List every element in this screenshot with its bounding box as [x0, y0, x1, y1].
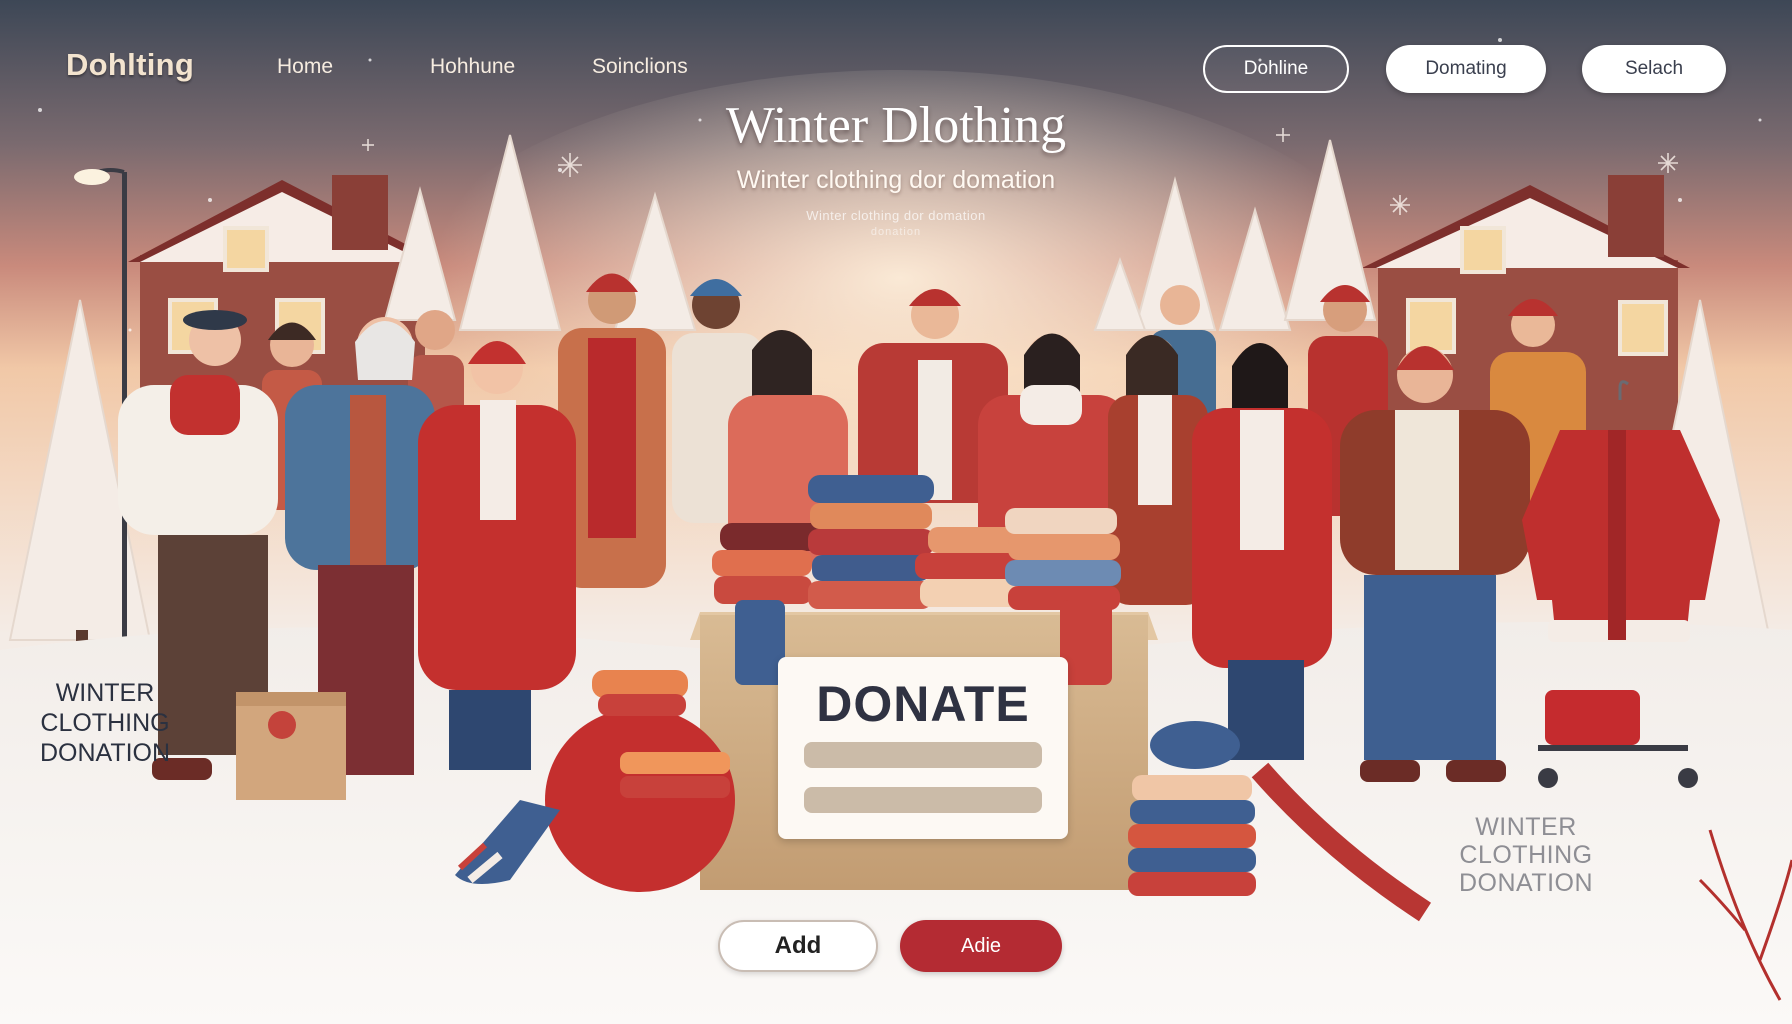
hero-subtitle: Winter clothing dor domation — [736, 166, 1056, 194]
dohline-button[interactable]: Dohline — [1203, 45, 1349, 93]
adie-button[interactable]: Adie — [900, 920, 1062, 972]
search-button[interactable]: Selach — [1582, 45, 1726, 93]
nav-link-hohhune[interactable]: Hohhune — [430, 55, 515, 79]
donate-label: DONATE — [816, 676, 1030, 732]
brand-logo[interactable]: Dohlting — [66, 47, 194, 83]
donate-input-field-1[interactable] — [804, 742, 1042, 768]
side-label-left: WINTER CLOTHING DONATION — [39, 679, 171, 767]
add-button[interactable]: Add — [718, 920, 878, 972]
hero-fine-print: Winter clothing dor domation — [806, 208, 986, 223]
nav-link-home[interactable]: Home — [277, 55, 333, 79]
side-label-right: WINTER CLOTHING DONATION — [1458, 813, 1594, 897]
small-gift-box — [236, 692, 346, 800]
donate-card: DONATE — [778, 657, 1068, 839]
donate-input-field-2[interactable] — [804, 787, 1042, 813]
domating-button[interactable]: Domating — [1386, 45, 1546, 93]
hero-fine-print-2: donation — [870, 226, 922, 238]
hero-title: Winter Dlothing — [725, 97, 1067, 154]
nav-link-soinclions[interactable]: Soinclions — [592, 55, 688, 79]
